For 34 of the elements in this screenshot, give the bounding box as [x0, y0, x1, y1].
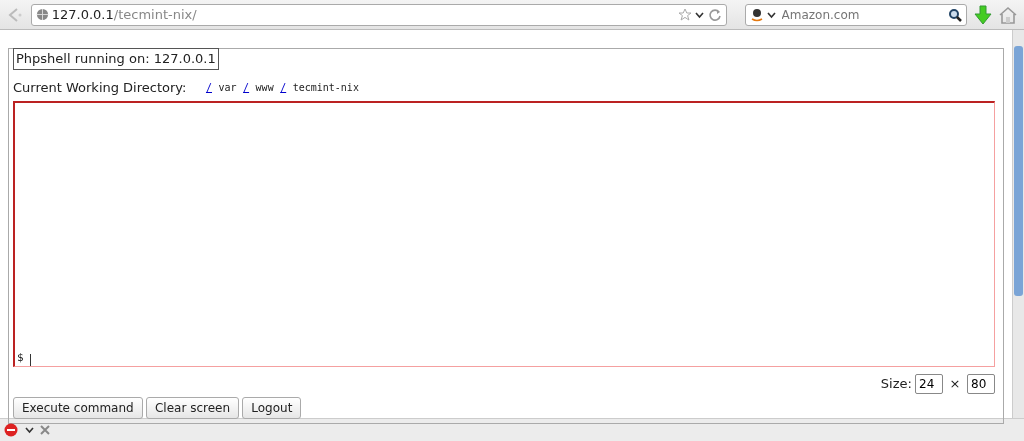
scrollbar[interactable]: [1012, 30, 1024, 418]
columns-field[interactable]: 80: [967, 373, 995, 394]
star-icon[interactable]: [678, 7, 692, 22]
caret-icon[interactable]: [767, 10, 777, 19]
search-field[interactable]: Amazon.com: [779, 4, 945, 25]
globe-icon: [35, 8, 49, 21]
stop-sign-icon[interactable]: [4, 423, 18, 437]
search-icon[interactable]: [948, 7, 962, 22]
prompt: $: [17, 349, 24, 366]
home-icon[interactable]: [998, 5, 1018, 24]
directory-name: var: [218, 80, 237, 95]
close-icon[interactable]: [40, 425, 50, 435]
caret-icon[interactable]: [695, 10, 705, 19]
url-text: 127.0.0.1/tecmint-nix/: [51, 5, 198, 24]
size-label: Size:: [880, 374, 912, 393]
directory-name: www: [255, 80, 274, 95]
panel-legend: Phpshell running on: 127.0.0.1: [13, 48, 219, 70]
terminal-output[interactable]: $: [13, 101, 995, 367]
rows-field[interactable]: 24: [915, 373, 944, 394]
path-link[interactable]: /: [205, 79, 212, 95]
form-button[interactable]: Execute command: [13, 396, 143, 419]
times-sign: ×: [949, 374, 961, 393]
path-link[interactable]: /: [243, 79, 250, 95]
directory-label: Current Working Directory:: [13, 78, 187, 97]
caret-icon[interactable]: [24, 426, 34, 434]
download-icon[interactable]: [973, 4, 992, 25]
back-icon[interactable]: [6, 5, 24, 24]
form-button[interactable]: Clear screen: [145, 396, 240, 419]
address-bar[interactable]: 127.0.0.1/tecmint-nix/: [30, 3, 727, 26]
form-button[interactable]: Logout: [242, 396, 302, 419]
text-cursor: [29, 354, 31, 366]
directory-name: tecmint-nix: [292, 80, 359, 95]
path-link[interactable]: /: [280, 79, 287, 95]
search-box[interactable]: Amazon.com: [745, 3, 967, 26]
